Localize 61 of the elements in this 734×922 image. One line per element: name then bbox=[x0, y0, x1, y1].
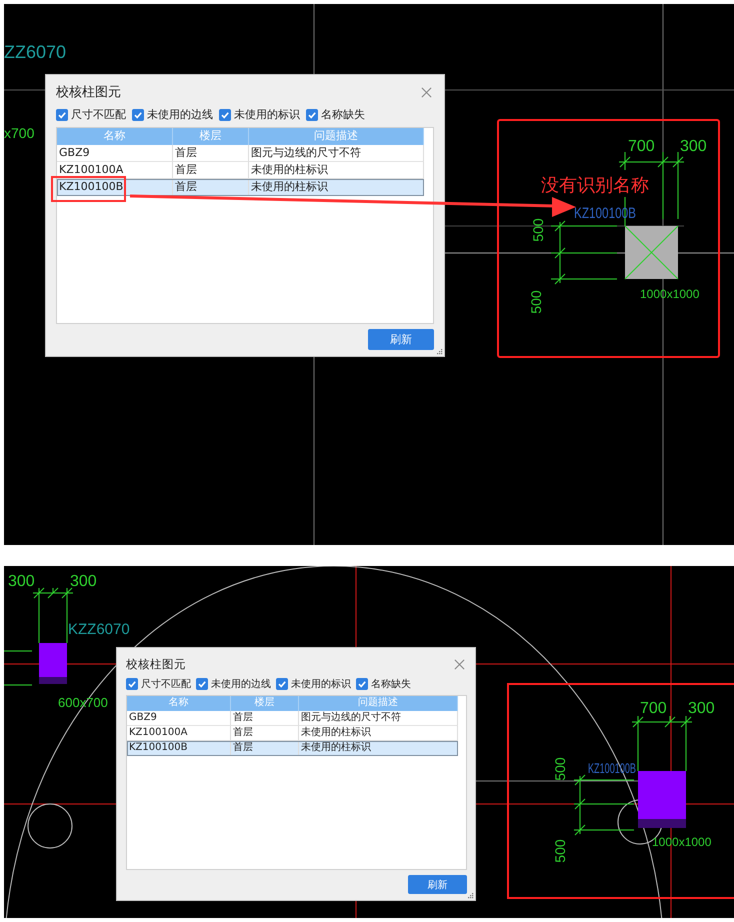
dimension-drawing bbox=[550, 220, 618, 284]
checkbox[interactable] bbox=[56, 108, 68, 120]
table-cell: 未使用的柱标识 bbox=[299, 741, 458, 756]
close-icon[interactable] bbox=[421, 86, 432, 98]
table-cell: 图元与边线的尺寸不符 bbox=[249, 145, 424, 162]
dimension-label: 300 bbox=[688, 700, 715, 717]
dimension-drawing bbox=[574, 774, 634, 836]
dimension-label: 500 bbox=[552, 839, 568, 863]
table-cell: 首层 bbox=[173, 145, 249, 162]
table-cell: 图元与边线的尺寸不符 bbox=[299, 711, 458, 726]
checkbox-label[interactable]: 尺寸不匹配 bbox=[71, 107, 126, 122]
dimension-label: 700 bbox=[640, 700, 667, 717]
dimension-label: 1000x1000 bbox=[640, 287, 700, 301]
table-cell: 首层 bbox=[231, 711, 299, 726]
dimension-label: 500 bbox=[552, 757, 568, 781]
table-cell: GBZ9 bbox=[127, 711, 231, 726]
edge-lines-drawing bbox=[4, 650, 32, 686]
column-type-label: KZZ6070 bbox=[68, 621, 130, 638]
column-drawing bbox=[39, 643, 67, 684]
table-cell: 未使用的柱标识 bbox=[249, 179, 424, 196]
dimension-label: 300 bbox=[70, 573, 97, 590]
column-drawing bbox=[638, 771, 686, 828]
checkbox-label[interactable]: 未使用的标识 bbox=[291, 677, 351, 691]
dimension-label: 500 bbox=[530, 218, 546, 242]
callout-text: 没有识别名称 bbox=[541, 175, 649, 195]
table-cell: KZ100100B bbox=[127, 741, 231, 756]
refresh-button[interactable]: 刷新 bbox=[408, 875, 467, 894]
table-row[interactable]: KZ100100B 首层 未使用的柱标识 bbox=[127, 741, 458, 756]
checkbox[interactable] bbox=[196, 678, 208, 690]
checkbox-label[interactable]: 尺寸不匹配 bbox=[141, 677, 191, 691]
table-cell: KZ100100B bbox=[57, 179, 173, 196]
dialog-title: 校核柱图元 bbox=[126, 656, 186, 672]
checkbox-label[interactable]: 未使用的边线 bbox=[211, 677, 271, 691]
checkbox-label[interactable]: 名称缺失 bbox=[371, 677, 411, 691]
dialog-title: 校核柱图元 bbox=[56, 84, 121, 101]
close-icon[interactable] bbox=[454, 658, 465, 670]
circle-outline bbox=[28, 804, 72, 848]
refresh-button[interactable]: 刷新 bbox=[368, 329, 434, 350]
resize-grip-icon[interactable] bbox=[466, 891, 474, 899]
checkbox-label[interactable]: 未使用的标识 bbox=[234, 107, 300, 122]
dimension-label: 700 bbox=[628, 138, 655, 155]
dimension-label: x700 bbox=[4, 125, 34, 141]
dimension-label: 300 bbox=[680, 138, 707, 155]
table-row[interactable]: GBZ9 首层 图元与边线的尺寸不符 bbox=[57, 145, 424, 162]
checkbox[interactable] bbox=[219, 108, 231, 120]
column-type-label: ZZ6070 bbox=[4, 42, 66, 62]
checkbox[interactable] bbox=[356, 678, 368, 690]
table-row[interactable]: KZ100100B 首层 未使用的柱标识 bbox=[57, 179, 424, 196]
checkbox[interactable] bbox=[126, 678, 138, 690]
checkbox[interactable] bbox=[132, 108, 144, 120]
checkbox[interactable] bbox=[306, 108, 318, 120]
resize-grip-icon[interactable] bbox=[435, 347, 443, 355]
table-cell: 首层 bbox=[231, 741, 299, 756]
table-cell: GBZ9 bbox=[57, 145, 173, 162]
table-row[interactable]: GBZ9 首层 图元与边线的尺寸不符 bbox=[127, 711, 458, 726]
dimension-label: 300 bbox=[8, 573, 35, 590]
checkbox-label[interactable]: 名称缺失 bbox=[321, 107, 365, 122]
table-cell: 首层 bbox=[173, 179, 249, 196]
checkbox[interactable] bbox=[276, 678, 288, 690]
checkbox-label[interactable]: 未使用的边线 bbox=[147, 107, 213, 122]
dimension-label: 500 bbox=[528, 290, 544, 314]
